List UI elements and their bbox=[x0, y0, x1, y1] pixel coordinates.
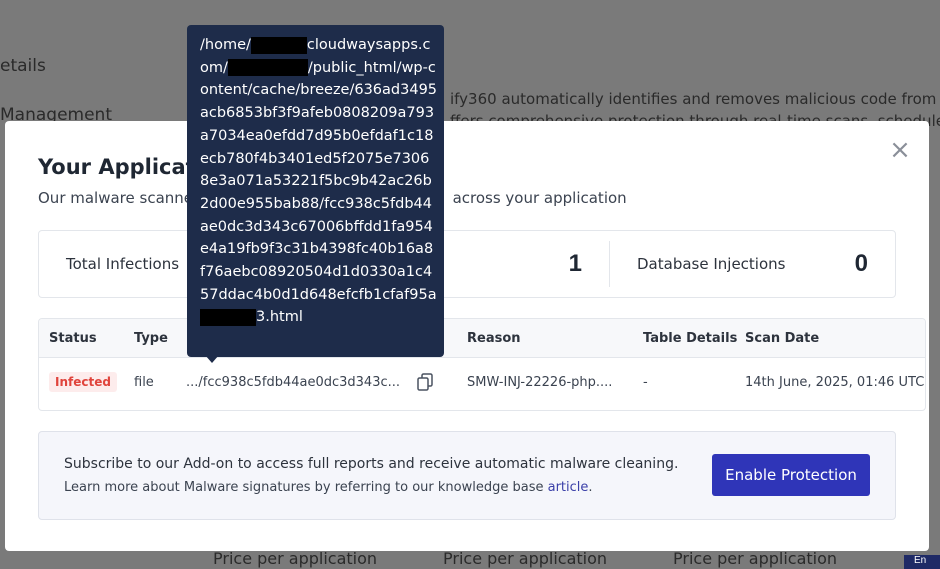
th-scan-date: Scan Date bbox=[745, 331, 820, 346]
tooltip-part-4: 3.html bbox=[256, 309, 303, 326]
addon-text: Subscribe to our Add-on to access full r… bbox=[64, 456, 679, 472]
th-type: Type bbox=[134, 331, 168, 346]
status-badge: Infected bbox=[49, 372, 117, 392]
stat-label: Total Infections bbox=[66, 255, 180, 273]
bg-corner-button: En bbox=[904, 555, 940, 569]
addon-kb-suffix: . bbox=[588, 480, 593, 495]
cell-reason: SMW-INJ-22226-php.... bbox=[467, 375, 613, 390]
stat-label: Database Injections bbox=[637, 255, 786, 273]
cell-table-details: - bbox=[643, 375, 648, 390]
tooltip-part-1: /home/ bbox=[200, 37, 251, 53]
th-status: Status bbox=[49, 331, 97, 346]
path-tooltip: /home/cloudwaysapps.com//public_html/wp-… bbox=[187, 25, 444, 357]
addon-banner: Subscribe to our Add-on to access full r… bbox=[38, 431, 896, 520]
addon-kb-prefix: Learn more about Malware signatures by r… bbox=[64, 480, 548, 495]
stat-value: 0 bbox=[854, 250, 868, 277]
redaction bbox=[200, 308, 256, 326]
cell-path[interactable]: .../fcc938c5fdb44ae0dc3d343c... bbox=[186, 375, 400, 390]
redaction bbox=[250, 36, 307, 54]
redaction bbox=[227, 59, 308, 77]
cell-type: file bbox=[134, 375, 154, 390]
stat-database-injections: Database Injections 0 bbox=[610, 231, 895, 297]
stats-panel: Total Infections s 1 Database Injections… bbox=[38, 230, 896, 298]
bg-price-3: Price per application bbox=[673, 549, 838, 568]
subtitle-text: Our malware scanne bbox=[38, 189, 194, 207]
th-table-details: Table Details bbox=[643, 331, 738, 346]
stat-value: 1 bbox=[568, 250, 582, 277]
subtitle-tail: across your application bbox=[452, 189, 627, 207]
th-reason: Reason bbox=[467, 331, 521, 346]
table-header: Status Type Reason Table Details Scan Da… bbox=[39, 319, 925, 358]
cell-scan-date: 14th June, 2025, 01:46 UTC bbox=[745, 375, 925, 390]
bg-sidebar-item-details: etails bbox=[0, 56, 46, 76]
tooltip-part-3: /public_html/wp-content/cache/breeze/636… bbox=[200, 59, 438, 303]
bg-price-2: Price per application bbox=[443, 549, 608, 568]
close-icon[interactable]: × bbox=[887, 137, 913, 164]
tooltip-path: /home/cloudwaysapps.com//public_html/wp-… bbox=[200, 34, 438, 329]
bg-price-1: Price per application bbox=[213, 549, 378, 568]
bg-description: ify360 automatically identifies and remo… bbox=[450, 90, 940, 108]
knowledge-base-link[interactable]: article bbox=[548, 480, 589, 495]
enable-protection-button[interactable]: Enable Protection bbox=[712, 454, 870, 496]
infections-table: Status Type Reason Table Details Scan Da… bbox=[38, 318, 926, 411]
addon-kb-text: Learn more about Malware signatures by r… bbox=[64, 480, 593, 495]
tooltip-arrow bbox=[205, 355, 219, 363]
copy-icon[interactable] bbox=[417, 373, 433, 391]
